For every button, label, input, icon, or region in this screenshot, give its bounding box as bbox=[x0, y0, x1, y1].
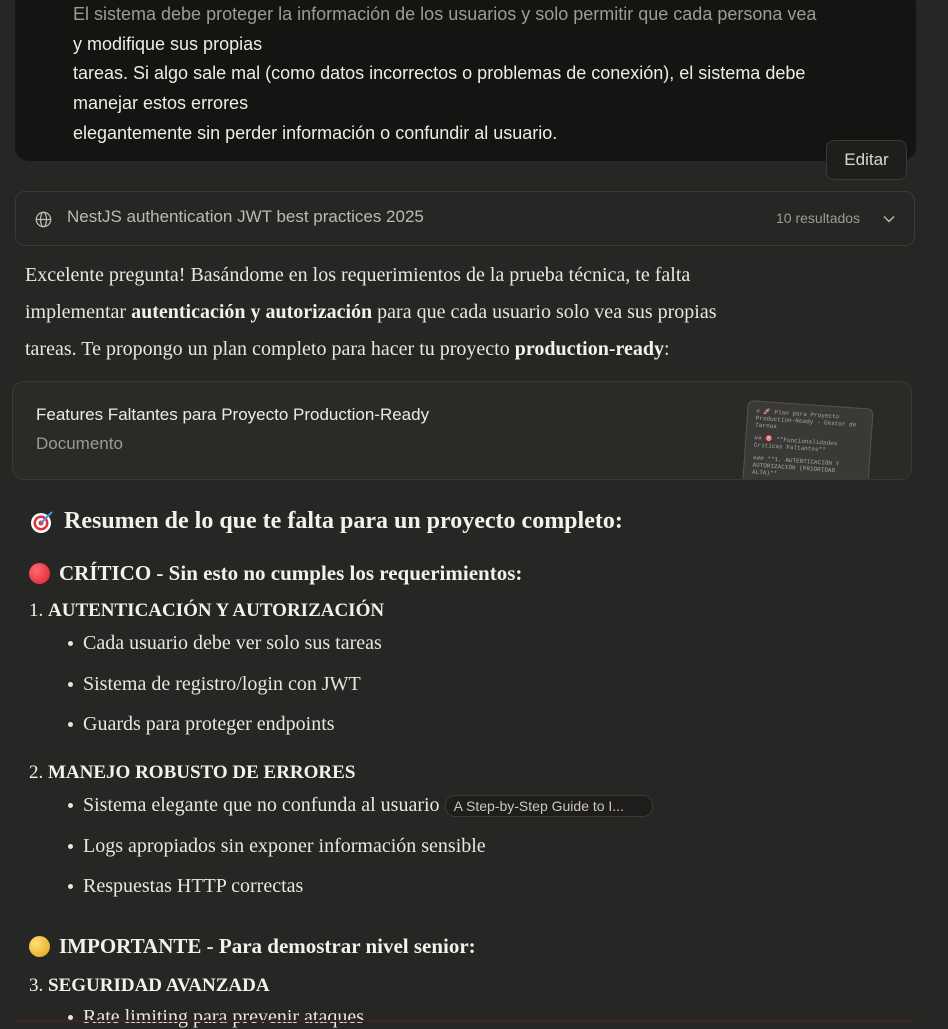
critical-heading: CRÍTICO - Sin esto no cumples los requer… bbox=[29, 561, 522, 586]
intro-text: : bbox=[664, 338, 670, 360]
chevron-down-icon[interactable] bbox=[882, 212, 896, 226]
user-message-line: El sistema debe proteger la información … bbox=[73, 4, 817, 24]
thumbnail-line: ### **1. AUTENTICACIÓN Y AUTORIZACIÓN (P… bbox=[751, 454, 840, 478]
numbered-item-3: 3. SEGURIDAD AVANZADA bbox=[29, 975, 270, 997]
list-item: Cada usuario debe ver solo sus tareas bbox=[68, 632, 382, 655]
numbered-item-2: 2. MANEJO ROBUSTO DE ERRORES bbox=[29, 762, 355, 784]
search-results-count: 10 resultados bbox=[776, 210, 861, 226]
intro-text: para que cada usuario solo vea sus propi… bbox=[372, 301, 717, 323]
globe-icon bbox=[35, 211, 52, 228]
important-heading: IMPORTANTE - Para demostrar nivel senior… bbox=[29, 934, 476, 959]
yellow-circle-icon bbox=[29, 936, 50, 957]
item-number: 3. bbox=[29, 975, 44, 996]
numbered-item-1: 1. AUTENTICACIÓN Y AUTORIZACIÓN bbox=[29, 600, 384, 622]
intro-bold: production-ready bbox=[514, 338, 664, 360]
list-item: Sistema de registro/login con JWT bbox=[68, 673, 361, 696]
artifact-card[interactable]: Features Faltantes para Proyecto Product… bbox=[12, 381, 912, 480]
item-title: AUTENTICACIÓN Y AUTORIZACIÓN bbox=[48, 600, 385, 621]
thumbnail-line: ## 🎯 **Funcionalidades Críticas Faltante… bbox=[753, 434, 838, 454]
list-item: Guards para proteger endpoints bbox=[68, 713, 335, 736]
user-message-line: manejar estos errores bbox=[73, 93, 249, 114]
list-item: Respuestas HTTP correctas bbox=[68, 875, 303, 898]
intro-text: tareas. Te propongo un plan completo par… bbox=[25, 338, 515, 360]
user-message-line: tareas. Si algo sale mal (como datos inc… bbox=[73, 63, 806, 84]
intro-bold: autenticación y autorización bbox=[131, 301, 373, 323]
summary-heading: Resumen de lo que te falta para un proye… bbox=[29, 508, 623, 535]
list-item: Logs apropiados sin exponer información … bbox=[68, 835, 486, 858]
critical-heading-text: CRÍTICO - Sin esto no cumples los requer… bbox=[59, 561, 523, 585]
citation-chip[interactable]: A Step-by-Step Guide to I... bbox=[444, 794, 653, 817]
list-item: Rate limiting para prevenir ataques bbox=[68, 1006, 364, 1029]
user-message-text: El sistema debe proteger la información … bbox=[73, 0, 893, 149]
item-title: MANEJO ROBUSTO DE ERRORES bbox=[48, 762, 356, 783]
user-message-line: elegantemente sin perder información o c… bbox=[73, 122, 558, 143]
item-number: 2. bbox=[29, 762, 44, 783]
artifact-thumbnail: # 🚀 Plan para Proyecto Production-Ready … bbox=[741, 400, 874, 479]
item-title: SEGURIDAD AVANZADA bbox=[48, 975, 270, 996]
red-circle-icon bbox=[29, 563, 50, 584]
item-number: 1. bbox=[29, 600, 44, 621]
intro-text: implementar bbox=[25, 301, 132, 323]
important-heading-text: IMPORTANTE - Para demostrar nivel senior… bbox=[59, 934, 476, 958]
edit-button[interactable]: Editar bbox=[826, 140, 907, 180]
response-intro: Excelente pregunta! Basándome en los req… bbox=[25, 257, 875, 368]
artifact-title: Features Faltantes para Proyecto Product… bbox=[36, 405, 430, 424]
search-query: NestJS authentication JWT best practices… bbox=[67, 207, 424, 226]
intro-text: Excelente pregunta! Basándome en los req… bbox=[25, 264, 691, 286]
user-message-line: y modifique sus propias bbox=[73, 33, 263, 54]
web-search-card[interactable]: NestJS authentication JWT best practices… bbox=[15, 191, 915, 246]
thumbnail-line: # 🚀 Plan para Proyecto Production-Ready … bbox=[755, 407, 857, 431]
target-icon bbox=[31, 510, 53, 533]
summary-heading-text: Resumen de lo que te falta para un proye… bbox=[64, 508, 623, 534]
list-item: Sistema elegante que no confunda al usua… bbox=[68, 794, 653, 817]
artifact-type: Documento bbox=[36, 434, 123, 453]
